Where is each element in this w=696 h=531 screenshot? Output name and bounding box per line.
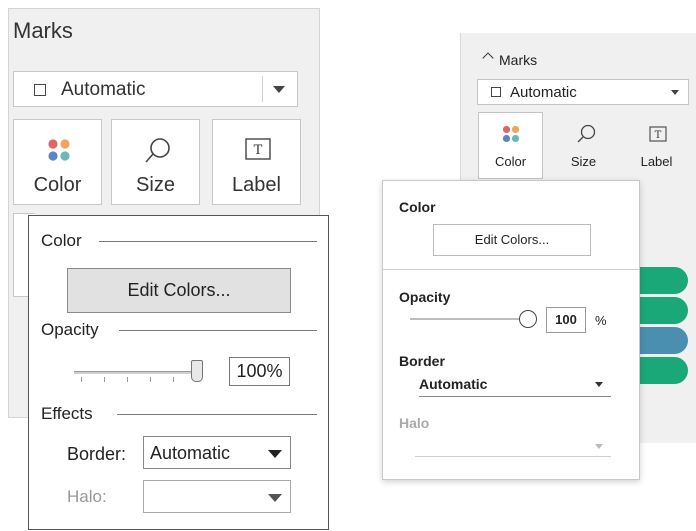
opacity-unit: % [595,313,607,328]
right-mark-type-dropdown[interactable]: Automatic [477,79,689,105]
opacity-slider-track[interactable] [74,371,199,374]
right-color-card[interactable]: Color [478,112,543,179]
opacity-section-heading: Opacity [399,289,451,305]
border-label: Border: [67,444,127,464]
color-section-heading: Color [41,231,92,251]
chevron-down-icon [273,86,285,93]
svg-text:T: T [655,130,662,141]
slider-tick [127,377,128,382]
label-card-label: Label [232,174,281,196]
right-color-popup: Color Edit Colors... Opacity 100 % Borde… [382,180,640,480]
size-card-label: Size [570,154,597,169]
border-dropdown[interactable]: Automatic [143,436,291,469]
chevron-down-icon [595,444,603,449]
effects-section-heading: Effects [41,404,103,424]
label-t-icon: T [649,126,667,142]
opacity-section-heading: Opacity [41,320,109,340]
label-t-icon: T [245,138,271,160]
chevron-down-icon [595,382,603,387]
color-section-heading: Color [399,199,436,215]
mark-type-square-icon [491,87,501,97]
opacity-slider-track[interactable] [410,318,528,320]
edit-colors-button[interactable]: Edit Colors... [67,268,291,313]
size-card-label: Size [136,174,175,196]
right-label-card[interactable]: T Label [624,112,689,179]
opacity-value-input[interactable]: 100 [546,307,586,333]
opacity-value-input[interactable]: 100% [229,357,290,386]
label-card-label: Label [640,154,673,169]
border-section-heading: Border [399,353,445,369]
left-size-card[interactable]: Size [111,119,200,205]
edit-colors-button[interactable]: Edit Colors... [433,224,591,256]
mark-type-value: Automatic [61,79,146,100]
mark-type-value: Automatic [510,84,577,101]
halo-dropdown[interactable] [143,480,291,513]
chevron-down-icon [268,494,282,502]
color-card-label: Color [33,174,82,196]
border-dropdown[interactable]: Automatic [419,375,611,397]
border-dropdown-value: Automatic [419,376,488,392]
size-lasso-icon [145,138,170,163]
section-rule [117,414,317,415]
left-label-card[interactable]: T Label [212,119,301,205]
size-lasso-icon [577,124,596,143]
chevron-down-icon [268,450,282,458]
section-divider [383,269,639,270]
slider-tick [150,377,151,382]
halo-section-heading: Halo [399,415,430,431]
dropdown-separator [262,76,263,102]
section-rule [99,241,317,242]
slider-tick [104,377,105,382]
left-mark-type-dropdown[interactable]: Automatic [13,71,298,107]
section-rule [119,330,317,331]
halo-label: Halo: [67,487,107,506]
opacity-slider-thumb[interactable] [519,310,537,328]
color-dots-icon [48,139,70,161]
mark-type-square-icon [34,84,46,96]
opacity-slider-thumb[interactable] [191,360,203,382]
border-dropdown-value: Automatic [150,443,231,463]
chevron-down-icon [671,90,679,95]
right-size-card[interactable]: Size [551,112,616,179]
color-card-label: Color [494,154,527,169]
slider-tick [81,377,82,382]
left-marks-title: Marks [13,18,73,43]
left-color-popup: Color Edit Colors... Opacity 100% Effect… [28,215,329,530]
svg-text:T: T [254,143,263,158]
left-color-card[interactable]: Color [13,119,102,205]
color-dots-icon [502,125,520,143]
halo-dropdown[interactable] [415,437,611,457]
slider-tick [173,377,174,382]
right-marks-title: Marks [499,52,538,68]
